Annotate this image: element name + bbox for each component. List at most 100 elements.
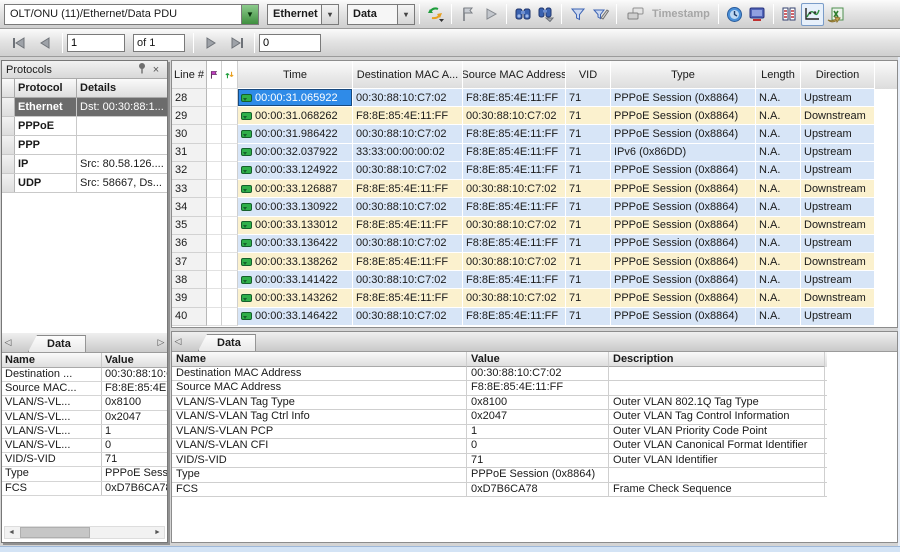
dst-mac-column-header[interactable]: Destination MAC A... xyxy=(353,61,463,89)
value-column-header[interactable]: Value xyxy=(102,353,167,368)
goto-line-input[interactable] xyxy=(259,34,321,52)
packet-row[interactable]: 2800:00:31.06592200:30:88:10:C7:02F8:8E:… xyxy=(172,89,897,107)
protocol-row[interactable]: PPP xyxy=(2,136,167,155)
scroll-right-icon[interactable]: ► xyxy=(151,529,164,536)
src-mac-column-header[interactable]: Source MAC Address xyxy=(463,61,566,89)
time-cell[interactable]: 00:00:33.130922 xyxy=(238,198,353,216)
monitor-button[interactable] xyxy=(746,3,769,26)
detail-row[interactable]: VID/S-VID71 xyxy=(2,453,167,467)
packet-row[interactable]: 3500:00:33.133012F8:8E:85:4E:11:FF00:30:… xyxy=(172,217,897,235)
details-column-header[interactable]: Details xyxy=(77,79,167,98)
time-cell[interactable]: 00:00:33.146422 xyxy=(238,308,353,326)
sync-button[interactable] xyxy=(424,3,447,26)
time-cell[interactable]: 00:00:33.124922 xyxy=(238,162,353,180)
pdu-selector-combo[interactable]: OLT/ONU (11)/Ethernet/Data PDU ▼ xyxy=(4,4,259,25)
scrollbar-thumb[interactable] xyxy=(20,527,90,538)
find-button[interactable] xyxy=(511,3,534,26)
clock-button[interactable] xyxy=(723,3,746,26)
packet-row[interactable]: 3200:00:33.12492200:30:88:10:C7:02F8:8E:… xyxy=(172,162,897,180)
detail-row[interactable]: Source MAC AddressF8:8E:85:4E:11:FF xyxy=(172,381,827,395)
direction-column-header[interactable] xyxy=(222,61,238,89)
protocol-row[interactable]: IPSrc: 80.58.126.... xyxy=(2,155,167,174)
detail-row[interactable]: Source MAC...F8:8E:85:4E:11:FF xyxy=(2,382,167,396)
view-combo[interactable]: Data ▾ xyxy=(347,4,415,25)
chevron-down-icon[interactable]: ▼ xyxy=(241,5,258,24)
close-icon[interactable]: × xyxy=(149,64,163,76)
detail-row[interactable]: VLAN/S-VL...0 xyxy=(2,439,167,453)
time-column-header[interactable]: Time xyxy=(238,61,353,89)
horizontal-scrollbar[interactable]: ◄ ► xyxy=(4,526,165,539)
time-cell[interactable]: 00:00:33.133012 xyxy=(238,217,353,235)
packet-row[interactable]: 3600:00:33.13642200:30:88:10:C7:02F8:8E:… xyxy=(172,235,897,253)
name-column-header[interactable]: Name xyxy=(2,353,102,368)
detail-row[interactable]: VLAN/S-VLAN Tag Type0x8100Outer VLAN 802… xyxy=(172,396,827,410)
packet-row[interactable]: 3700:00:33.138262F8:8E:85:4E:11:FF00:30:… xyxy=(172,253,897,271)
play-button[interactable] xyxy=(479,3,502,26)
chevron-down-icon[interactable]: ▾ xyxy=(397,5,414,24)
time-cell[interactable]: 00:00:33.141422 xyxy=(238,271,353,289)
protocol-column-header[interactable]: Protocol xyxy=(15,79,77,98)
time-cell[interactable]: 00:00:31.068262 xyxy=(238,107,353,125)
line-column-header[interactable]: Line # xyxy=(172,61,207,89)
detail-row[interactable]: Destination ...00:30:88:10:C7:02 xyxy=(2,368,167,382)
detail-row[interactable]: TypePPPoE Session (0x8864) xyxy=(2,467,167,481)
next-page-button[interactable] xyxy=(198,32,224,54)
protocol-row[interactable]: EthernetDst: 00:30:88:1... xyxy=(2,98,167,117)
detail-row[interactable]: TypePPPoE Session (0x8864) xyxy=(172,468,827,482)
time-cell[interactable]: 00:00:33.126887 xyxy=(238,180,353,198)
find-next-button[interactable] xyxy=(534,3,557,26)
length-column-header[interactable]: Length xyxy=(756,61,801,89)
timestamp-button[interactable] xyxy=(621,3,651,26)
first-page-button[interactable] xyxy=(6,32,32,54)
packet-row[interactable]: 3300:00:33.126887F8:8E:85:4E:11:FF00:30:… xyxy=(172,180,897,198)
pin-icon[interactable] xyxy=(135,62,149,77)
protocol-row[interactable]: PPPoE xyxy=(2,117,167,136)
time-cell[interactable]: 00:00:31.986422 xyxy=(238,125,353,143)
tab-data-main[interactable]: Data xyxy=(198,334,256,351)
type-column-header[interactable]: Type xyxy=(611,61,756,89)
protocol-row[interactable]: UDPSrc: 58667, Ds... xyxy=(2,174,167,193)
detail-row[interactable]: VLAN/S-VLAN CFI0Outer VLAN Canonical For… xyxy=(172,439,827,453)
packet-row[interactable]: 3900:00:33.143262F8:8E:85:4E:11:FF00:30:… xyxy=(172,289,897,307)
time-cell[interactable]: 00:00:33.143262 xyxy=(238,289,353,307)
detail-row[interactable]: Destination MAC Address00:30:88:10:C7:02 xyxy=(172,367,827,381)
prev-page-button[interactable] xyxy=(32,32,58,54)
flag-button[interactable] xyxy=(456,3,479,26)
time-cell[interactable]: 00:00:33.136422 xyxy=(238,235,353,253)
description-column-header[interactable]: Description xyxy=(609,352,825,367)
last-page-button[interactable] xyxy=(224,32,250,54)
name-column-header[interactable]: Name xyxy=(172,352,467,367)
packet-row[interactable]: 3100:00:32.03792233:33:00:00:00:02F8:8E:… xyxy=(172,144,897,162)
detail-row[interactable]: VID/S-VID71Outer VLAN Identifier xyxy=(172,454,827,468)
page-input[interactable] xyxy=(67,34,125,52)
time-cell[interactable]: 00:00:32.037922 xyxy=(238,144,353,162)
protocol-combo[interactable]: Ethernet ▾ xyxy=(267,4,339,25)
tab-data-left[interactable]: Data xyxy=(28,335,86,352)
filter-edit-button[interactable] xyxy=(589,3,612,26)
chevron-down-icon[interactable]: ▾ xyxy=(321,5,338,24)
detail-row[interactable]: VLAN/S-VL...0x2047 xyxy=(2,411,167,425)
tab-scroll-right-icon[interactable]: ▷ xyxy=(155,337,167,348)
packet-row[interactable]: 2900:00:31.068262F8:8E:85:4E:11:FF00:30:… xyxy=(172,107,897,125)
detail-row[interactable]: VLAN/S-VLAN PCP1Outer VLAN Priority Code… xyxy=(172,425,827,439)
columns-button[interactable] xyxy=(778,3,801,26)
tab-scroll-left-icon[interactable]: ◁ xyxy=(172,336,184,347)
packet-row[interactable]: 3800:00:33.14142200:30:88:10:C7:02F8:8E:… xyxy=(172,271,897,289)
value-column-header[interactable]: Value xyxy=(467,352,609,367)
vid-column-header[interactable]: VID xyxy=(566,61,611,89)
tab-scroll-left-icon[interactable]: ◁ xyxy=(2,337,14,348)
time-cell[interactable]: 00:00:31.065922 xyxy=(238,89,353,107)
chart-button[interactable] xyxy=(801,3,824,26)
filter-button[interactable] xyxy=(566,3,589,26)
detail-row[interactable]: VLAN/S-VLAN Tag Ctrl Info0x2047Outer VLA… xyxy=(172,410,827,424)
flag-column-header[interactable] xyxy=(207,61,222,89)
packet-row[interactable]: 3000:00:31.98642200:30:88:10:C7:02F8:8E:… xyxy=(172,125,897,143)
detail-row[interactable]: FCS0xD7B6CA78Frame Check Sequence xyxy=(172,483,827,497)
direction-text-column-header[interactable]: Direction xyxy=(801,61,875,89)
packet-row[interactable]: 4000:00:33.14642200:30:88:10:C7:02F8:8E:… xyxy=(172,308,897,326)
detail-row[interactable]: VLAN/S-VL...0x8100 xyxy=(2,396,167,410)
export-excel-button[interactable] xyxy=(824,3,847,26)
detail-row[interactable]: VLAN/S-VL...1 xyxy=(2,425,167,439)
detail-row[interactable]: FCS0xD7B6CA78 xyxy=(2,482,167,496)
time-cell[interactable]: 00:00:33.138262 xyxy=(238,253,353,271)
